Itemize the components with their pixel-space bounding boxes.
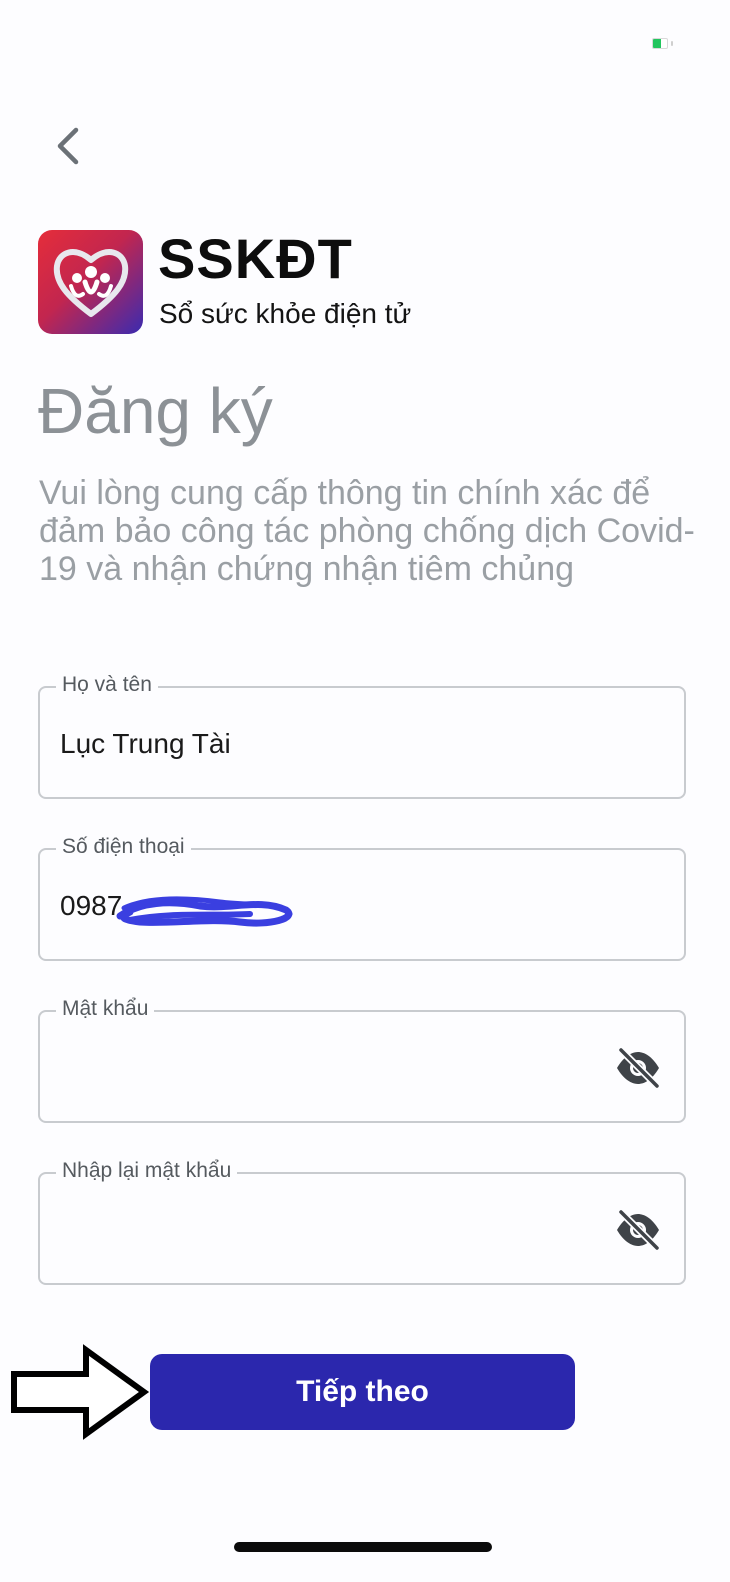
app-subtitle: Sổ sức khỏe điện tử [159,298,412,329]
home-indicator[interactable] [234,1542,492,1552]
redaction-scribble [116,896,293,927]
password-label: Mật khẩu [56,997,155,1021]
confirm-password-input[interactable] [60,1210,620,1250]
chevron-left-icon [57,127,79,165]
battery-icon [652,38,668,49]
phone-field[interactable]: Số điện thoại [38,835,686,961]
phone-label: Số điện thoại [56,835,191,859]
battery-level-fill [653,39,661,48]
page-description: Vui lòng cung cấp thông tin chính xác để… [39,474,695,588]
battery-tip [671,41,673,46]
password-input[interactable] [60,1048,620,1088]
confirm-password-label: Nhập lại mật khẩu [56,1159,238,1183]
eye-slash-icon[interactable] [614,1208,662,1252]
back-button[interactable] [40,118,96,174]
next-button[interactable]: Tiếp theo [150,1354,575,1430]
full-name-label: Họ và tên [56,673,158,697]
app-name: SSKĐT [158,227,353,290]
arrow-right-icon [11,1344,150,1440]
full-name-input[interactable] [60,724,620,764]
password-field[interactable]: Mật khẩu [38,997,686,1123]
full-name-field[interactable]: Họ và tên [38,673,686,799]
app-logo [38,230,143,334]
eye-slash-icon[interactable] [614,1046,662,1090]
heart-family-logo-icon [53,249,128,317]
page-title: Đăng ký [38,375,273,447]
confirm-password-field[interactable]: Nhập lại mật khẩu [38,1159,686,1285]
